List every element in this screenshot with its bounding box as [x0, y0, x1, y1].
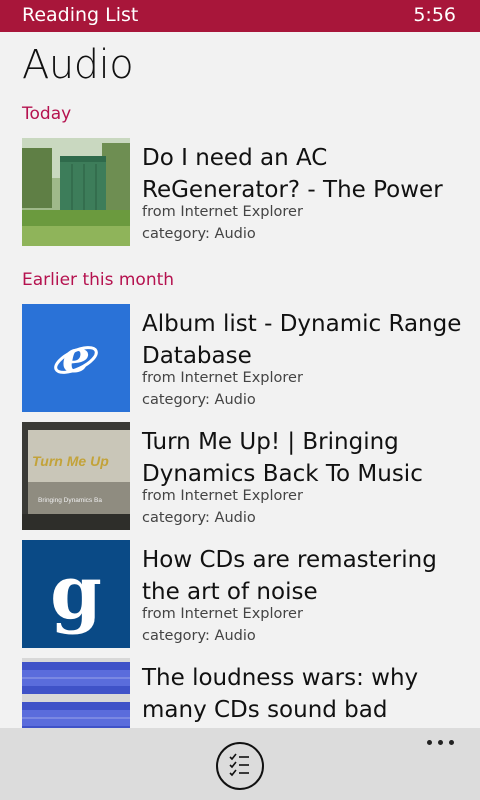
guardian-logo: g	[50, 550, 102, 636]
dot	[427, 740, 432, 745]
thumbnail: Turn Me Up Bringing Dynamics Ba	[22, 422, 130, 530]
item-title: The loudness wars: why many CDs sound ba…	[142, 665, 419, 723]
dot	[449, 740, 454, 745]
section-header-today: Today	[22, 104, 72, 124]
page-title: Audio	[22, 42, 134, 88]
svg-text:Bringing Dynamics Ba: Bringing Dynamics Ba	[38, 497, 102, 504]
item-category: category: Audio	[142, 392, 256, 408]
ellipsis-icon[interactable]	[426, 732, 458, 752]
item-source: from Internet Explorer	[142, 606, 303, 622]
thumbnail: e	[22, 304, 130, 412]
turn-me-up-image: Turn Me Up Bringing Dynamics Ba	[22, 422, 130, 530]
item-title: How CDs are remastering the art of noise	[142, 547, 437, 605]
status-bar: Reading List 5:56	[0, 0, 480, 32]
list-item[interactable]: e Album list - Dynamic Range Database fr…	[22, 304, 462, 412]
dot	[438, 740, 443, 745]
svg-text:e: e	[62, 332, 90, 383]
list-item[interactable]: Do I need an AC ReGenerator? - The Power…	[22, 138, 462, 246]
thumbnail: g	[22, 540, 130, 648]
checklist-icon	[229, 753, 249, 777]
list-item[interactable]: g How CDs are remastering the art of noi…	[22, 540, 462, 648]
item-source: from Internet Explorer	[142, 370, 303, 386]
item-source: from Internet Explorer	[142, 204, 303, 220]
svg-text:Turn Me Up: Turn Me Up	[32, 453, 109, 469]
app-bar	[0, 728, 480, 800]
item-category: category: Audio	[142, 226, 256, 242]
app-name: Reading List	[22, 4, 139, 26]
item-title: Album list - Dynamic Range Database	[142, 311, 462, 369]
checklist-button[interactable]	[216, 742, 264, 790]
item-source: from Internet Explorer	[142, 488, 303, 504]
item-title: Turn Me Up! | Bringing Dynamics Back To …	[142, 429, 423, 487]
item-title: Do I need an AC ReGenerator? - The Power	[142, 145, 443, 203]
clock: 5:56	[413, 4, 456, 26]
internet-explorer-icon: e	[54, 332, 98, 383]
list-item[interactable]: Turn Me Up Bringing Dynamics Ba Turn Me …	[22, 422, 462, 530]
green-cabinet-photo	[22, 138, 130, 246]
item-category: category: Audio	[142, 510, 256, 526]
item-category: category: Audio	[142, 628, 256, 644]
section-header-earlier: Earlier this month	[22, 270, 175, 290]
thumbnail	[22, 138, 130, 246]
svg-text:g: g	[50, 550, 102, 636]
